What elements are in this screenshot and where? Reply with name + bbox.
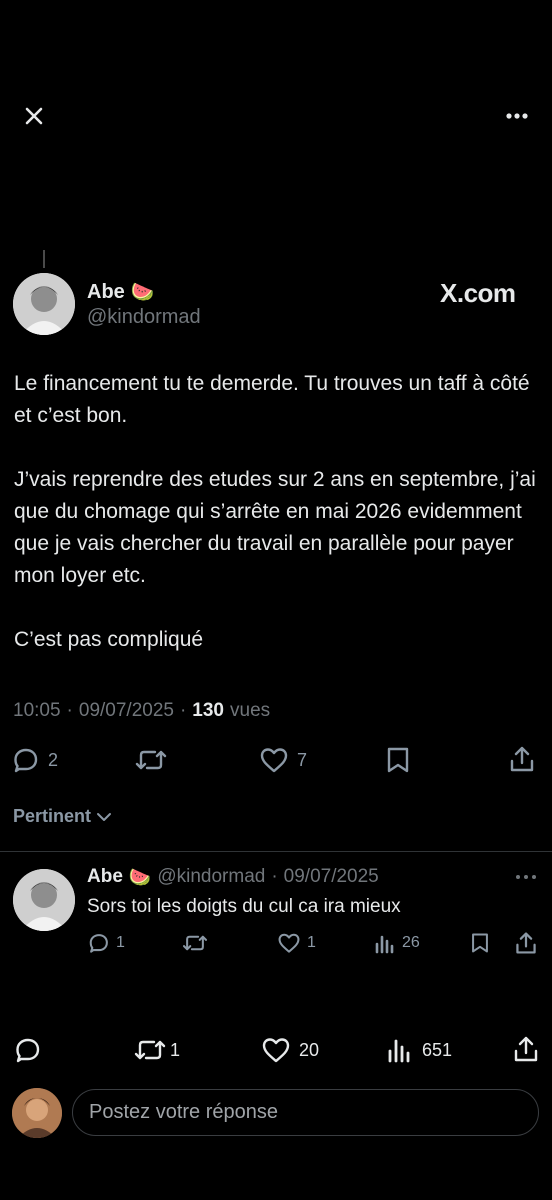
reply-author-handle[interactable]: @kindormad <box>157 866 265 888</box>
views-label: vues <box>230 700 271 721</box>
more-options-button[interactable] <box>502 102 532 130</box>
author-avatar[interactable] <box>13 273 75 335</box>
heart-icon <box>278 933 300 953</box>
bottom-retweet-count: 1 <box>170 1039 181 1060</box>
reply-icon <box>16 1038 40 1063</box>
views-count: 130 <box>192 700 224 721</box>
reply-icon <box>14 748 38 773</box>
reply-author-name[interactable]: Abe <box>87 866 123 888</box>
reply-button[interactable]: 2 <box>12 746 58 774</box>
reply-reply-count: 1 <box>116 934 125 951</box>
divider <box>0 851 552 852</box>
share-icon <box>510 746 534 772</box>
thread-connector-line <box>43 250 45 268</box>
close-button[interactable] <box>20 102 48 130</box>
watermelon-icon: 🍉 <box>130 282 155 303</box>
retweet-icon <box>182 935 208 951</box>
views-icon <box>375 935 394 954</box>
sort-label: Pertinent <box>13 806 92 826</box>
bottom-retweet-button[interactable]: 1 <box>134 1036 180 1064</box>
retweet-icon <box>135 750 167 770</box>
like-count: 7 <box>297 749 308 770</box>
reply-share-button[interactable] <box>514 931 538 955</box>
bottom-views-button[interactable]: 651 <box>386 1036 452 1064</box>
reply-reply-button[interactable]: 1 <box>88 932 125 954</box>
tweet-date: 09/07/2025 <box>78 700 174 721</box>
author-name-row: Abe 🍉 <box>87 280 154 304</box>
reply-date: 09/07/2025 <box>283 866 379 887</box>
author-handle[interactable]: @kindormad <box>87 306 201 329</box>
reply-more-button[interactable] <box>514 872 538 882</box>
retweet-button[interactable] <box>135 746 167 774</box>
bottom-views-count: 651 <box>422 1039 453 1060</box>
heart-icon <box>260 748 288 773</box>
chevron-down-icon <box>97 812 112 821</box>
views-icon <box>388 1039 410 1063</box>
reply-like-count: 1 <box>307 934 316 951</box>
tweet-meta: 10:05 · 09/07/2025 · 130 vues <box>13 700 271 721</box>
watermelon-icon: 🍉 <box>128 866 152 887</box>
composer-placeholder: Postez votre réponse <box>89 1101 278 1123</box>
bookmark-button[interactable] <box>385 746 411 774</box>
retweet-icon <box>134 1040 166 1060</box>
bottom-reply-button[interactable] <box>14 1036 42 1064</box>
share-icon <box>514 1036 538 1062</box>
reply-like-button[interactable]: 1 <box>277 932 316 954</box>
bottom-like-count: 20 <box>299 1039 320 1060</box>
tweet-text: Le financement tu te demerde. Tu trouves… <box>14 372 536 651</box>
more-horizontal-icon <box>516 875 536 879</box>
more-horizontal-icon <box>506 113 528 119</box>
reply-retweet-button[interactable] <box>182 932 208 954</box>
bottom-like-button[interactable]: 20 <box>261 1036 319 1064</box>
author-name[interactable]: Abe <box>87 281 125 304</box>
tweet-time: 10:05 <box>13 700 61 721</box>
like-button[interactable]: 7 <box>259 746 307 774</box>
share-icon <box>516 932 536 954</box>
share-button[interactable] <box>508 745 536 773</box>
bookmark-icon <box>387 747 409 773</box>
heart-icon <box>262 1038 290 1063</box>
reply-views-count: 26 <box>402 934 420 951</box>
current-user-avatar[interactable] <box>12 1088 62 1138</box>
reply-views-button[interactable]: 26 <box>374 932 420 954</box>
reply-count: 2 <box>48 749 59 770</box>
sort-dropdown[interactable]: Pertinent <box>13 806 113 827</box>
bottom-share-button[interactable] <box>512 1035 540 1063</box>
bookmark-icon <box>472 933 488 953</box>
x-com-watermark: X.com <box>440 278 516 308</box>
reply-composer-input[interactable]: Postez votre réponse <box>72 1089 539 1136</box>
close-icon <box>25 107 43 125</box>
reply-bookmark-button[interactable] <box>470 932 490 954</box>
reply-icon <box>89 934 108 953</box>
reply-author-avatar[interactable] <box>13 869 75 931</box>
reply-header: Abe 🍉 @kindormad · 09/07/2025 <box>87 866 379 888</box>
reply-text: Sors toi les doigts du cul ca ira mieux <box>87 896 401 917</box>
